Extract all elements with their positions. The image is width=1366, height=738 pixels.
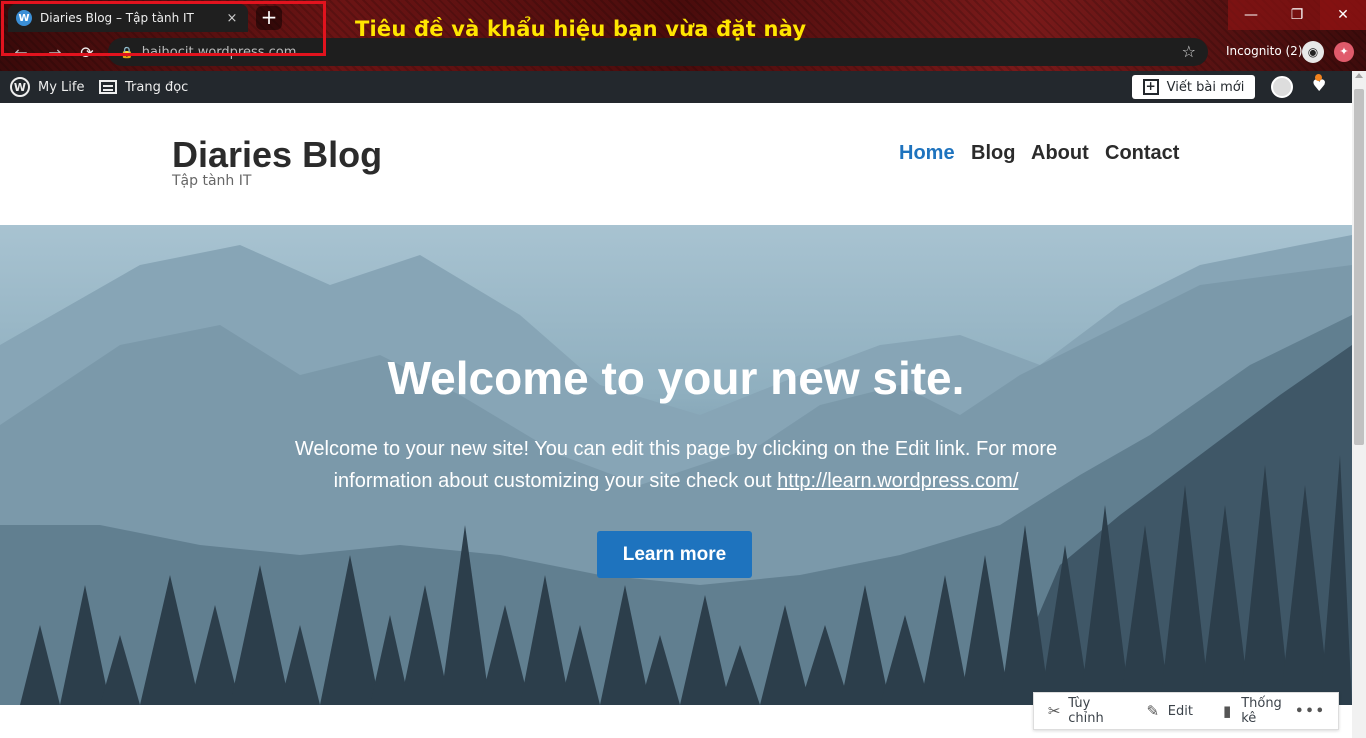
wordpress-logo-icon: W (10, 77, 30, 97)
reader-icon (99, 80, 117, 94)
bookmark-star-icon[interactable]: ☆ (1182, 42, 1196, 61)
incognito-label: Incognito (2) (1226, 44, 1303, 58)
hero-heading: Welcome to your new site. (387, 352, 965, 404)
stats-button[interactable]: ▮ Thống kê (1219, 696, 1295, 726)
site-tagline: Tập tành IT (172, 173, 252, 189)
restore-button[interactable]: ❐ (1274, 0, 1320, 30)
scroll-up-icon[interactable] (1355, 73, 1363, 78)
add-post-icon: + (1142, 79, 1159, 95)
page-scrollbar[interactable] (1352, 71, 1366, 738)
close-window-button[interactable]: ✕ (1320, 0, 1366, 30)
incognito-icon[interactable]: ◉ (1302, 41, 1324, 63)
learn-more-button[interactable]: Learn more (597, 531, 752, 578)
site-title[interactable]: Diaries Blog (172, 134, 382, 176)
nav-home[interactable]: Home (899, 142, 955, 165)
tools-icon: ✂ (1047, 702, 1061, 720)
learn-wordpress-link[interactable]: http://learn.wordpress.com/ (777, 470, 1018, 492)
my-sites-link[interactable]: W My Life (10, 71, 84, 103)
nav-about[interactable]: About (1031, 142, 1089, 165)
nav-contact[interactable]: Contact (1105, 142, 1179, 165)
write-post-button[interactable]: + Viết bài mới (1132, 75, 1255, 99)
write-post-label: Viết bài mới (1166, 79, 1245, 95)
wp-admin-bar: W My Life Trang đọc + Viết bài mới ♥ (0, 71, 1352, 103)
edit-button[interactable]: ✎ Edit (1144, 702, 1193, 720)
highlight-box (1, 1, 326, 56)
extension-icon[interactable]: ✦ (1334, 42, 1354, 62)
hero-text-line1: Welcome to your new site! You can edit t… (294, 438, 1058, 460)
more-options-button[interactable]: ••• (1295, 704, 1326, 719)
edit-label: Edit (1167, 703, 1193, 719)
site-header: Diaries Blog Tập tành IT Home Blog About… (0, 103, 1352, 225)
avatar[interactable] (1271, 76, 1293, 98)
customize-button[interactable]: ✂ Tùy chỉnh (1046, 696, 1124, 726)
reader-link[interactable]: Trang đọc (99, 71, 188, 103)
bar-chart-icon: ▮ (1222, 702, 1232, 720)
notification-dot (1315, 74, 1322, 81)
minimize-button[interactable]: — (1228, 0, 1274, 30)
hero-section: Welcome to your new site. Welcome to you… (0, 225, 1352, 705)
annotation-text: Tiêu đề và khẩu hiệu bạn vừa đặt này (355, 17, 807, 41)
scrollbar-thumb[interactable] (1354, 89, 1364, 445)
pencil-icon: ✎ (1146, 702, 1160, 720)
hero-text: Welcome to your new site! You can edit t… (276, 433, 1076, 497)
site-name-label: My Life (38, 79, 85, 95)
hero-text-line2: information about customizing your site … (333, 470, 778, 492)
notifications-bell-icon[interactable]: ♥ (1312, 74, 1330, 95)
reader-label: Trang đọc (125, 79, 189, 95)
nav-blog[interactable]: Blog (971, 142, 1015, 165)
floating-action-bar: ✂ Tùy chỉnh ✎ Edit ▮ Thống kê ••• (1033, 692, 1339, 730)
stats-label: Thống kê (1241, 696, 1282, 726)
customize-label: Tùy chỉnh (1068, 696, 1104, 726)
